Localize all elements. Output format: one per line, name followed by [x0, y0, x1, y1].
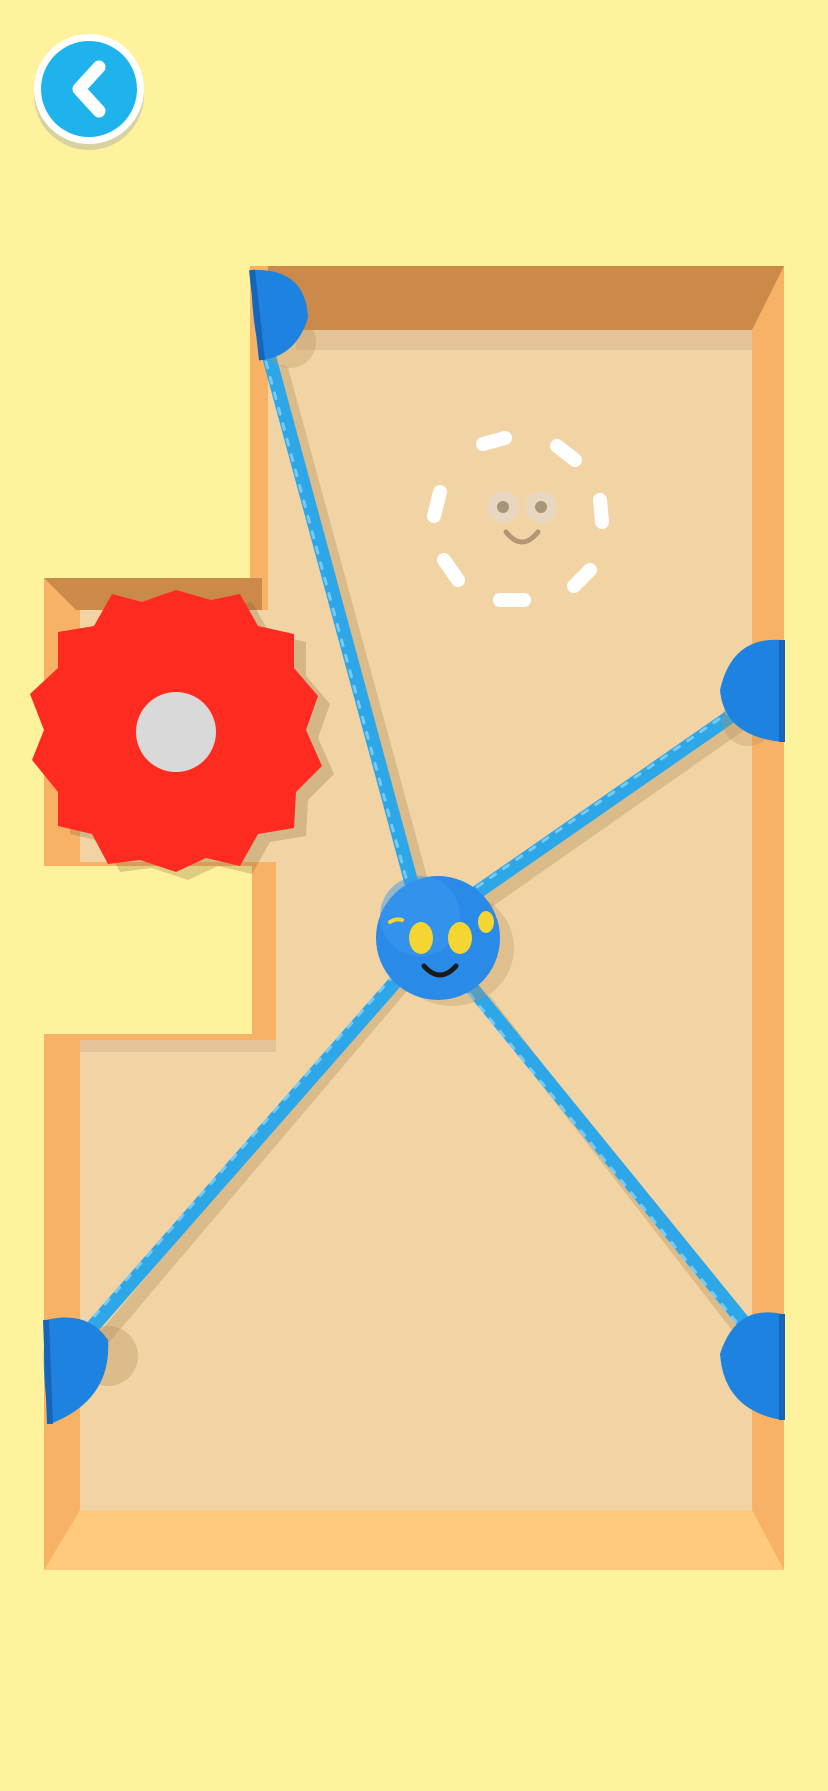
hero-eye-left — [409, 922, 433, 954]
back-button-face[interactable] — [41, 41, 137, 137]
saw-hub — [136, 692, 216, 772]
back-button[interactable] — [34, 34, 144, 144]
hero-eye-right — [448, 922, 472, 954]
board-outside-upper — [0, 266, 250, 578]
board-wall-bottom — [44, 1510, 784, 1570]
spinning-saw — [30, 590, 322, 872]
board-notch — [0, 866, 252, 1034]
board-notch-shadow — [80, 1040, 276, 1052]
game-board — [0, 266, 785, 1570]
game-screen — [0, 0, 828, 1791]
board-floor-shadow — [296, 330, 752, 350]
hero-character[interactable] — [376, 876, 500, 1000]
hero-cheek — [478, 911, 494, 933]
chevron-left-icon — [72, 60, 106, 118]
board-wall-top — [250, 266, 784, 330]
board-notch-wall-left — [44, 1034, 80, 1060]
